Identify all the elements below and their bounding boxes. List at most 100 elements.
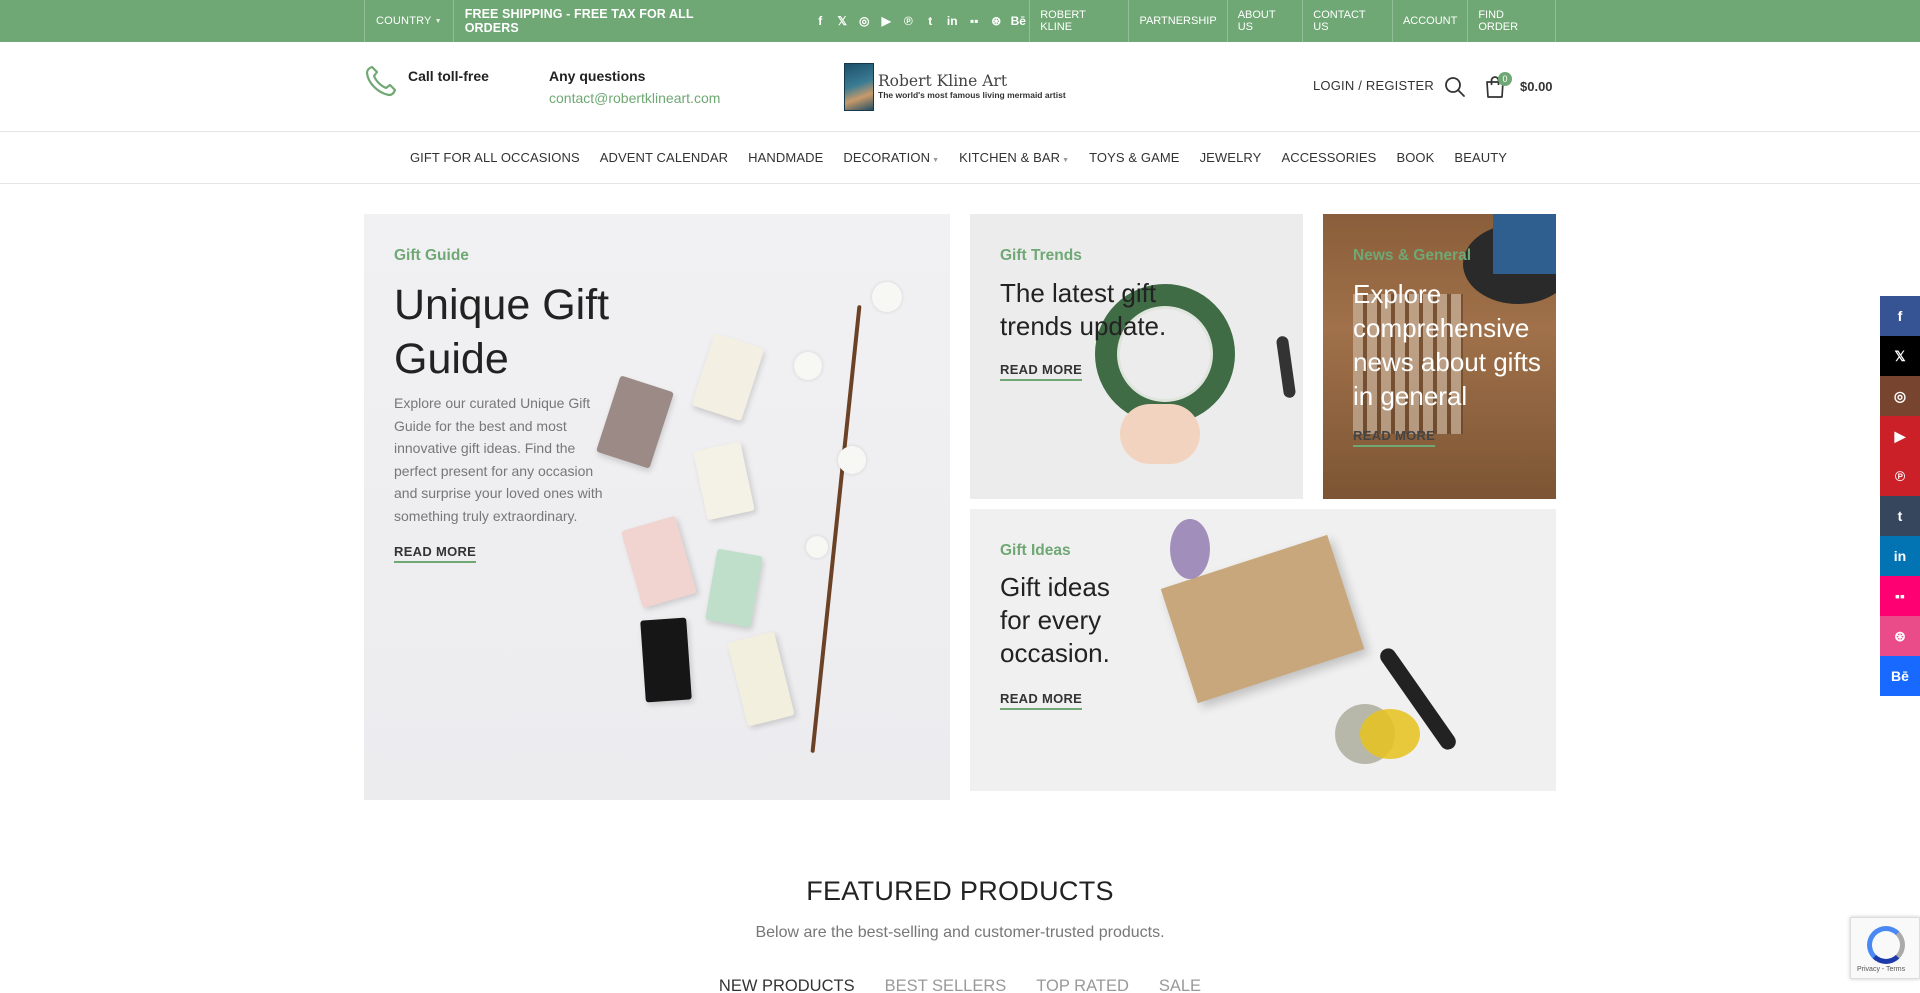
questions-label: Any questions <box>549 68 646 84</box>
sticky-social-bar: f 𝕏 ◎ ▶ ℗ t in ▪▪ ⊛ Bē <box>1880 296 1920 696</box>
soap-bar-image <box>727 631 795 727</box>
featured-products-subtitle: Below are the best-selling and customer-… <box>755 924 1165 941</box>
nav-item-advent-calendar[interactable]: ADVENT CALENDAR <box>600 150 728 165</box>
banner-category: News & General <box>1353 247 1472 264</box>
flickr-icon[interactable]: ▪▪ <box>1880 576 1920 616</box>
cotton-flower-image <box>794 352 822 380</box>
tab-sale[interactable]: SALE <box>1159 977 1201 993</box>
logo-image <box>844 63 874 111</box>
banner-category: Gift Ideas <box>1000 542 1071 559</box>
top-link-about-us[interactable]: ABOUT US <box>1226 0 1303 42</box>
logo-tagline: The world's most famous living mermaid a… <box>878 90 1066 100</box>
linkedin-icon[interactable]: in <box>941 14 963 28</box>
main-navigation-items: GIFT FOR ALL OCCASIONS ADVENT CALENDAR HAN… <box>410 150 1507 165</box>
top-link-find-order[interactable]: FIND ORDER <box>1467 0 1556 42</box>
contact-email-link[interactable]: contact@robertklineart.com <box>549 90 720 106</box>
nav-item-label: BOOK <box>1396 150 1435 165</box>
banner-title: Explore comprehensive news about gifts i… <box>1353 279 1541 411</box>
phone-icon <box>365 65 397 97</box>
read-more-link[interactable]: READ MORE <box>394 544 477 563</box>
nav-item-label: GIFT FOR ALL OCCASIONS <box>409 150 580 165</box>
banner-title: Gift ideas for every occasion. <box>1000 572 1110 668</box>
nav-item-label: DECORATION <box>843 150 931 165</box>
soap-bar-image <box>691 332 765 422</box>
top-link-account[interactable]: ACCOUNT <box>1391 0 1467 42</box>
soap-bar-image <box>705 548 763 628</box>
search-icon[interactable] <box>1444 76 1466 98</box>
soap-bar-image <box>621 515 697 609</box>
nav-item-beauty[interactable]: BEAUTY <box>1454 150 1507 165</box>
tab-new-products[interactable]: NEW PRODUCTS <box>719 977 855 993</box>
top-bar: COUNTRY ▼ FREE SHIPPING - FREE TAX FOR A… <box>0 0 1920 42</box>
pinterest-icon[interactable]: ℗ <box>897 14 919 28</box>
read-more-link[interactable]: READ MORE <box>1353 428 1436 447</box>
nav-item-decoration[interactable]: DECORATION ▼ <box>843 150 939 165</box>
nav-item-handmade[interactable]: HANDMADE <box>748 150 823 165</box>
tab-best-sellers[interactable]: BEST SELLERS <box>885 977 1007 993</box>
tumblr-icon[interactable]: t <box>919 14 941 28</box>
top-link-robert-kline[interactable]: ROBERT KLINE <box>1029 0 1128 42</box>
top-bar-inner: COUNTRY ▼ FREE SHIPPING - FREE TAX FOR A… <box>364 0 1556 42</box>
header: Call toll-free Any questions contact@rob… <box>0 42 1920 132</box>
facebook-icon[interactable]: f <box>1880 296 1920 336</box>
site-logo[interactable]: Robert Kline Art The world's most famous… <box>844 62 1078 112</box>
nav-item-toys-game[interactable]: TOYS & GAME <box>1089 150 1179 165</box>
x-icon[interactable]: 𝕏 <box>831 14 853 28</box>
recaptcha-badge[interactable]: Privacy - Terms <box>1850 917 1920 979</box>
facebook-icon[interactable]: f <box>809 14 831 28</box>
flowers-image <box>1170 519 1210 579</box>
behance-icon[interactable]: Bē <box>1007 14 1029 28</box>
banner-title: The latest gift trends update. <box>1000 278 1167 341</box>
youtube-icon[interactable]: ▶ <box>875 14 897 28</box>
nav-item-book[interactable]: BOOK <box>1396 150 1434 165</box>
nav-item-accessories[interactable]: ACCESSORIES <box>1281 150 1376 165</box>
dribbble-icon[interactable]: ⊛ <box>1880 616 1920 656</box>
banner-gift-guide[interactable]: Gift Guide Unique Gift Guide Explore our… <box>364 214 950 800</box>
linkedin-icon[interactable]: in <box>1880 536 1920 576</box>
nav-item-label: ACCESSORIES <box>1281 150 1377 165</box>
nav-item-label: JEWELRY <box>1199 150 1262 165</box>
flickr-icon[interactable]: ▪▪ <box>963 14 985 28</box>
cart-count-badge: 0 <box>1498 72 1512 86</box>
login-register-link[interactable]: LOGIN / REGISTER <box>1313 78 1434 93</box>
banner-news-general[interactable]: News & General Explore comprehensive new… <box>1323 214 1556 499</box>
tumblr-icon[interactable]: t <box>1880 496 1920 536</box>
pinterest-icon[interactable]: ℗ <box>1880 456 1920 496</box>
top-link-contact-us[interactable]: CONTACT US <box>1302 0 1392 42</box>
country-selector[interactable]: COUNTRY ▼ <box>364 0 454 42</box>
cart-total[interactable]: $0.00 <box>1520 79 1553 94</box>
cotton-flower-image <box>806 536 828 558</box>
dribbble-icon[interactable]: ⊛ <box>985 14 1007 28</box>
banner-gift-ideas[interactable]: Gift Ideas Gift ideas for every occasion… <box>970 509 1556 791</box>
nav-item-label: BEAUTY <box>1454 150 1508 165</box>
product-tabs: NEW PRODUCTS BEST SELLERS TOP RATED SALE <box>0 977 1920 993</box>
nav-item-jewelry[interactable]: JEWELRY <box>1200 150 1262 165</box>
top-link-partnership[interactable]: PARTNERSHIP <box>1128 0 1226 42</box>
logo-name: Robert Kline Art <box>878 72 1008 90</box>
chevron-down-icon: ▼ <box>434 17 442 25</box>
banner-title: Unique Gift Guide <box>394 281 610 383</box>
soap-bar-image <box>640 617 692 703</box>
behance-icon[interactable]: Bē <box>1880 656 1920 696</box>
scissors-image <box>1275 335 1297 399</box>
chevron-down-icon: ▼ <box>932 157 940 164</box>
read-more-link[interactable]: READ MORE <box>1000 691 1083 710</box>
x-icon[interactable]: 𝕏 <box>1880 336 1920 376</box>
shipping-notice: FREE SHIPPING - FREE TAX FOR ALL ORDERS <box>464 7 694 35</box>
instagram-icon[interactable]: ◎ <box>853 14 875 28</box>
nav-item-gift-for-all-occasions[interactable]: GIFT FOR ALL OCCASIONS <box>410 150 580 165</box>
top-links: ROBERT KLINE PARTNERSHIP ABOUT US CONTACT U… <box>1029 0 1556 42</box>
hands-image <box>1120 404 1200 464</box>
soap-bar-image <box>693 441 755 521</box>
nav-item-kitchen-bar[interactable]: KITCHEN & BAR ▼ <box>959 150 1069 165</box>
cotton-flower-image <box>838 446 866 474</box>
banner-gift-trends[interactable]: Gift Trends The latest gift trends updat… <box>970 214 1303 499</box>
recaptcha-links[interactable]: Privacy - Terms <box>1857 966 1905 973</box>
cloth-image <box>1493 214 1556 274</box>
nav-item-label: TOYS & GAME <box>1089 150 1180 165</box>
instagram-icon[interactable]: ◎ <box>1880 376 1920 416</box>
youtube-icon[interactable]: ▶ <box>1880 416 1920 456</box>
call-toll-free-label: Call toll-free <box>408 68 489 84</box>
tab-top-rated[interactable]: TOP RATED <box>1036 977 1129 993</box>
read-more-link[interactable]: READ MORE <box>1000 362 1083 381</box>
